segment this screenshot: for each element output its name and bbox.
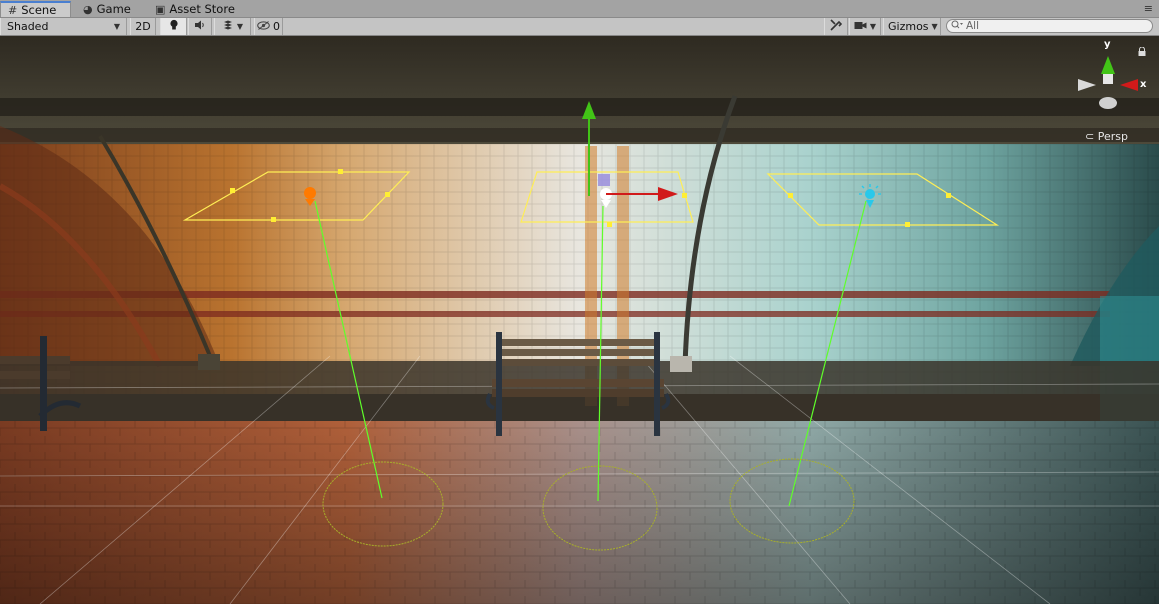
gizmos-label: Gizmos [888, 20, 929, 33]
tab-scene-label: Scene [21, 3, 57, 17]
tools-button[interactable] [824, 18, 848, 35]
gizmo-axis-x-label: x [1140, 79, 1147, 90]
hidden-objects-toggle[interactable]: 0 [254, 18, 283, 35]
shading-mode-dropdown[interactable]: Shaded ▼ [0, 18, 127, 35]
camera-icon [854, 20, 867, 33]
projection-icon: ⊂ [1085, 130, 1095, 143]
search-icon [951, 20, 963, 32]
speaker-icon [194, 20, 206, 33]
projection-label: Persp [1097, 130, 1128, 143]
grid-icon: # [8, 3, 18, 17]
2d-toggle-button[interactable]: 2D [130, 18, 156, 35]
eye-slash-icon [257, 20, 270, 33]
shading-mode-label: Shaded [7, 20, 49, 33]
scene-viewport[interactable]: y x ⊂ Persp [0, 36, 1159, 604]
scene-render [0, 36, 1159, 604]
tab-game[interactable]: ◕ Game [76, 1, 138, 17]
gizmos-dropdown[interactable]: Gizmos ▼ [883, 18, 941, 35]
chevron-down-icon: ▼ [931, 22, 938, 31]
gizmo-axis-y-label: y [1104, 39, 1111, 50]
camera-settings-dropdown[interactable]: ▼ [849, 18, 881, 35]
chevron-down-icon: ▼ [869, 22, 877, 31]
effects-dropdown[interactable]: ▼ [214, 18, 251, 35]
scene-toolbar: Shaded ▼ 2D ▼ 0 ▼ Gizmos ▼ All [0, 18, 1159, 36]
bag-icon: ▣ [155, 2, 166, 16]
projection-toggle[interactable]: ⊂ Persp [1085, 130, 1128, 143]
tab-asset-store[interactable]: ▣ Asset Store [148, 1, 244, 17]
effects-icon [222, 20, 234, 34]
tab-game-label: Game [96, 2, 131, 16]
hidden-count: 0 [273, 20, 280, 33]
chevron-down-icon: ▼ [236, 22, 244, 31]
tab-bar: # Scene ◕ Game ▣ Asset Store ≡ [0, 0, 1159, 18]
tab-menu-icon[interactable]: ≡ [1144, 2, 1153, 15]
lighting-toggle-button[interactable] [160, 18, 187, 35]
wrench-icon [830, 19, 843, 34]
tab-asset-store-label: Asset Store [169, 2, 235, 16]
light-bulb-icon [169, 19, 179, 34]
audio-toggle-button[interactable] [188, 18, 212, 35]
search-placeholder: All [966, 20, 980, 32]
tab-scene[interactable]: # Scene [0, 1, 71, 17]
chevron-down-icon: ▼ [113, 22, 120, 31]
pacman-icon: ◕ [83, 2, 93, 16]
2d-toggle-label: 2D [135, 20, 151, 33]
scene-search-input[interactable]: All [946, 19, 1153, 33]
